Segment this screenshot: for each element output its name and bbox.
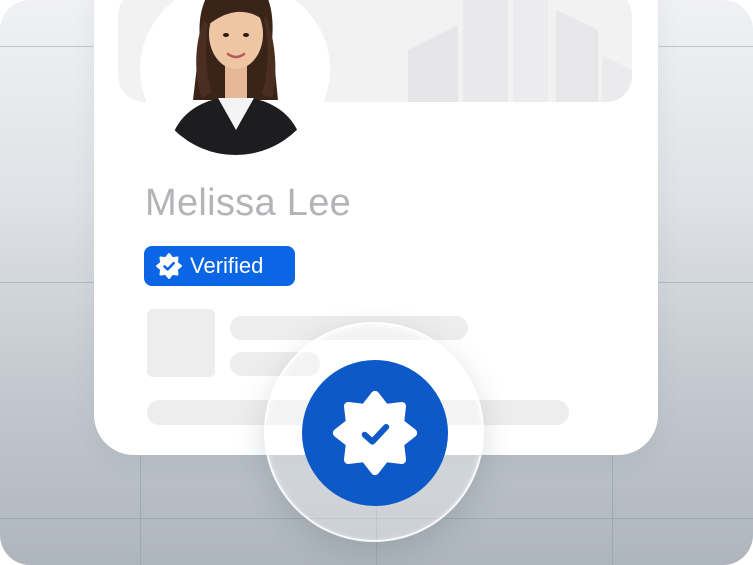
profile-name: Melissa Lee [145, 182, 352, 224]
skeleton-thumbnail [147, 309, 215, 377]
verified-badge-label: Verified [190, 253, 264, 278]
verified-seal-button[interactable] [302, 360, 448, 506]
verified-seal-icon [156, 253, 182, 279]
verified-seal-icon [332, 390, 418, 476]
background-canvas: Melissa Lee Verified [0, 0, 753, 565]
verified-badge: Verified [144, 246, 295, 286]
